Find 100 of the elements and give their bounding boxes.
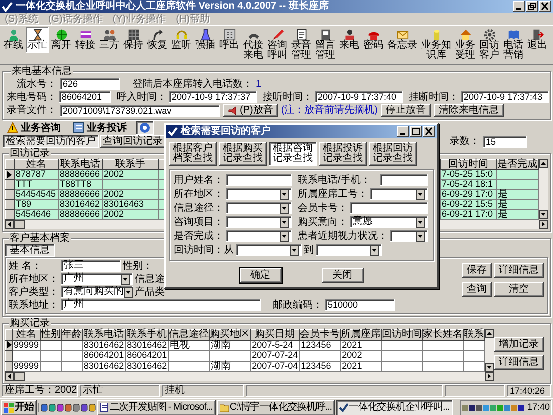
serial-field[interactable]: 626 [60, 78, 120, 90]
maximize-icon[interactable] [410, 126, 422, 137]
dropdown[interactable] [226, 188, 292, 200]
close-icon[interactable] [539, 1, 551, 12]
query-tab-button[interactable]: 检索需要回访的客户 [3, 135, 99, 148]
row-indicator[interactable] [6, 180, 14, 190]
toolbar-button[interactable]: 示忙 [26, 27, 49, 53]
form-button[interactable]: 清空 [494, 282, 544, 297]
dropdown[interactable] [226, 202, 292, 214]
address-field[interactable]: 广州 [61, 299, 261, 311]
text-field[interactable] [226, 174, 292, 186]
field-label: 来电号码： [7, 92, 57, 102]
profile-tab[interactable]: 基本信息 [5, 244, 55, 257]
row-indicator[interactable] [6, 190, 14, 200]
toolbar-button[interactable]: 备忘录 [386, 27, 419, 53]
toolbar-button[interactable]: 业务知识库 [420, 27, 453, 63]
field-label: 联系地址： [9, 300, 59, 310]
row-indicator[interactable] [6, 340, 12, 350]
search-tab[interactable]: 根据回访记录查找 [369, 142, 417, 166]
dropdown[interactable] [370, 188, 428, 200]
recording-file-field[interactable]: 20071009\173739.021.wav [60, 104, 220, 116]
taskbar-button[interactable]: 二次开发贴图 - Microsof... [96, 400, 216, 415]
toolbar-button[interactable]: 来电 [338, 27, 361, 53]
business-tab[interactable]: 业务咨询 [4, 121, 64, 135]
toolbar-button[interactable]: 业务受理 [454, 27, 477, 63]
postcode-field[interactable]: 510000 [325, 299, 395, 311]
date-dropdown[interactable] [316, 244, 382, 256]
query-tab-button[interactable]: 查询回访记录 [100, 135, 166, 148]
field-label: 是否完成： [174, 230, 224, 242]
minimize-icon[interactable] [513, 1, 525, 12]
toolbar-button[interactable]: 录音管理 [290, 27, 313, 63]
vertical-scrollbar[interactable] [485, 329, 494, 372]
play-button[interactable]: (P)放音 [223, 104, 278, 117]
time-field[interactable]: 2007-10-9 17:37:40 [315, 91, 403, 103]
action-button[interactable]: 清除来电信息 [434, 104, 504, 117]
form-button[interactable]: 查询 [462, 282, 492, 297]
record-count-field[interactable]: 15 [483, 136, 527, 148]
record-button[interactable]: 详细信息 [494, 355, 544, 370]
close-icon[interactable] [423, 126, 435, 137]
dropdown[interactable] [226, 230, 292, 242]
dialog-button[interactable]: 关闭 [322, 268, 364, 283]
search-tab[interactable]: 根据客户档案查找 [169, 142, 217, 166]
dropdown[interactable]: 有意向购买的 [61, 286, 133, 298]
search-tab[interactable]: 根据投诉记录查找 [319, 142, 367, 166]
search-tab[interactable]: 根据咨询记录查找 [269, 142, 317, 166]
action-button[interactable]: 停止放音 [381, 104, 432, 117]
row-indicator[interactable] [6, 361, 12, 372]
dropdown[interactable] [390, 230, 428, 242]
column-header: 回访时间 [382, 330, 423, 340]
text-field[interactable]: 张三 [61, 260, 121, 272]
toolbar-button[interactable]: 回访客户 [478, 27, 501, 63]
row-indicator[interactable] [6, 170, 14, 180]
record-button[interactable]: 增加记录 [494, 337, 544, 352]
toolbar-button[interactable]: 离开 [50, 27, 73, 53]
toolbar-button[interactable]: 密码 [362, 27, 385, 53]
text-field[interactable] [380, 174, 428, 186]
toolbar-button[interactable]: 在线 [2, 27, 25, 53]
field-label: 到 [304, 244, 314, 256]
row-indicator[interactable] [6, 210, 14, 220]
form-button[interactable]: 详细信息 [494, 263, 544, 278]
date-dropdown[interactable] [236, 244, 302, 256]
vertical-scrollbar[interactable] [539, 159, 548, 219]
dropdown[interactable]: 广州 [61, 273, 133, 285]
table-cell: 2007-07-24 [250, 350, 300, 361]
dialog-title: 检索需要回访的客户 [181, 126, 271, 137]
toolbar-button[interactable]: 保持 [122, 27, 145, 53]
business-tab[interactable] [136, 121, 154, 135]
column-header: 家长姓名 [422, 330, 464, 340]
dropdown[interactable]: 意愿 [350, 216, 428, 228]
search-tab[interactable]: 根据购买记录查找 [219, 142, 267, 166]
taskbar-button[interactable]: C:\博宇一体化交换机呼... [216, 400, 335, 415]
toolbar-button[interactable]: 强插 [194, 27, 217, 53]
keypad-icon [222, 29, 238, 41]
toolbar-button[interactable]: 退出 [526, 27, 549, 53]
text-field[interactable] [350, 202, 428, 214]
toolbar-button[interactable]: 呼出 [218, 27, 241, 53]
field-label: 会员卡号： [298, 202, 348, 214]
time-field[interactable]: 2007-10-9 17:37:43 [461, 91, 549, 103]
toolbar-button[interactable]: 咨询呼叫 [266, 27, 289, 63]
toolbar-button[interactable]: 代接来电 [242, 27, 265, 63]
toolbar-button[interactable]: 转接 [74, 27, 97, 53]
toolbar-button[interactable]: 三方 [98, 27, 121, 53]
toolbar-button[interactable]: 留言管理 [314, 27, 337, 63]
dropdown[interactable] [226, 216, 292, 228]
horizontal-scrollbar[interactable] [5, 372, 494, 381]
row-indicator[interactable] [6, 350, 12, 361]
restore-icon[interactable] [526, 1, 538, 12]
toolbar-button[interactable]: 监听 [170, 27, 193, 53]
row-indicator[interactable] [6, 200, 14, 210]
caller-number-field[interactable]: 86064201 [59, 91, 111, 103]
toolbar-button[interactable]: 恢复 [146, 27, 169, 53]
business-tab[interactable]: 业务投诉 [70, 121, 130, 135]
time-field[interactable]: 2007-10-9 17:37:37 [169, 91, 257, 103]
form-button[interactable]: 保存 [462, 263, 492, 278]
field-label: 接听时间： [263, 92, 313, 102]
taskbar-button[interactable]: 一体化交换机企业呼叫... [336, 400, 452, 415]
minimize-icon[interactable] [397, 126, 409, 137]
toolbar-button[interactable]: 电话营销 [502, 27, 525, 63]
dialog-button[interactable]: 确定 [240, 268, 282, 283]
start-button[interactable]: 开始 [1, 400, 37, 415]
